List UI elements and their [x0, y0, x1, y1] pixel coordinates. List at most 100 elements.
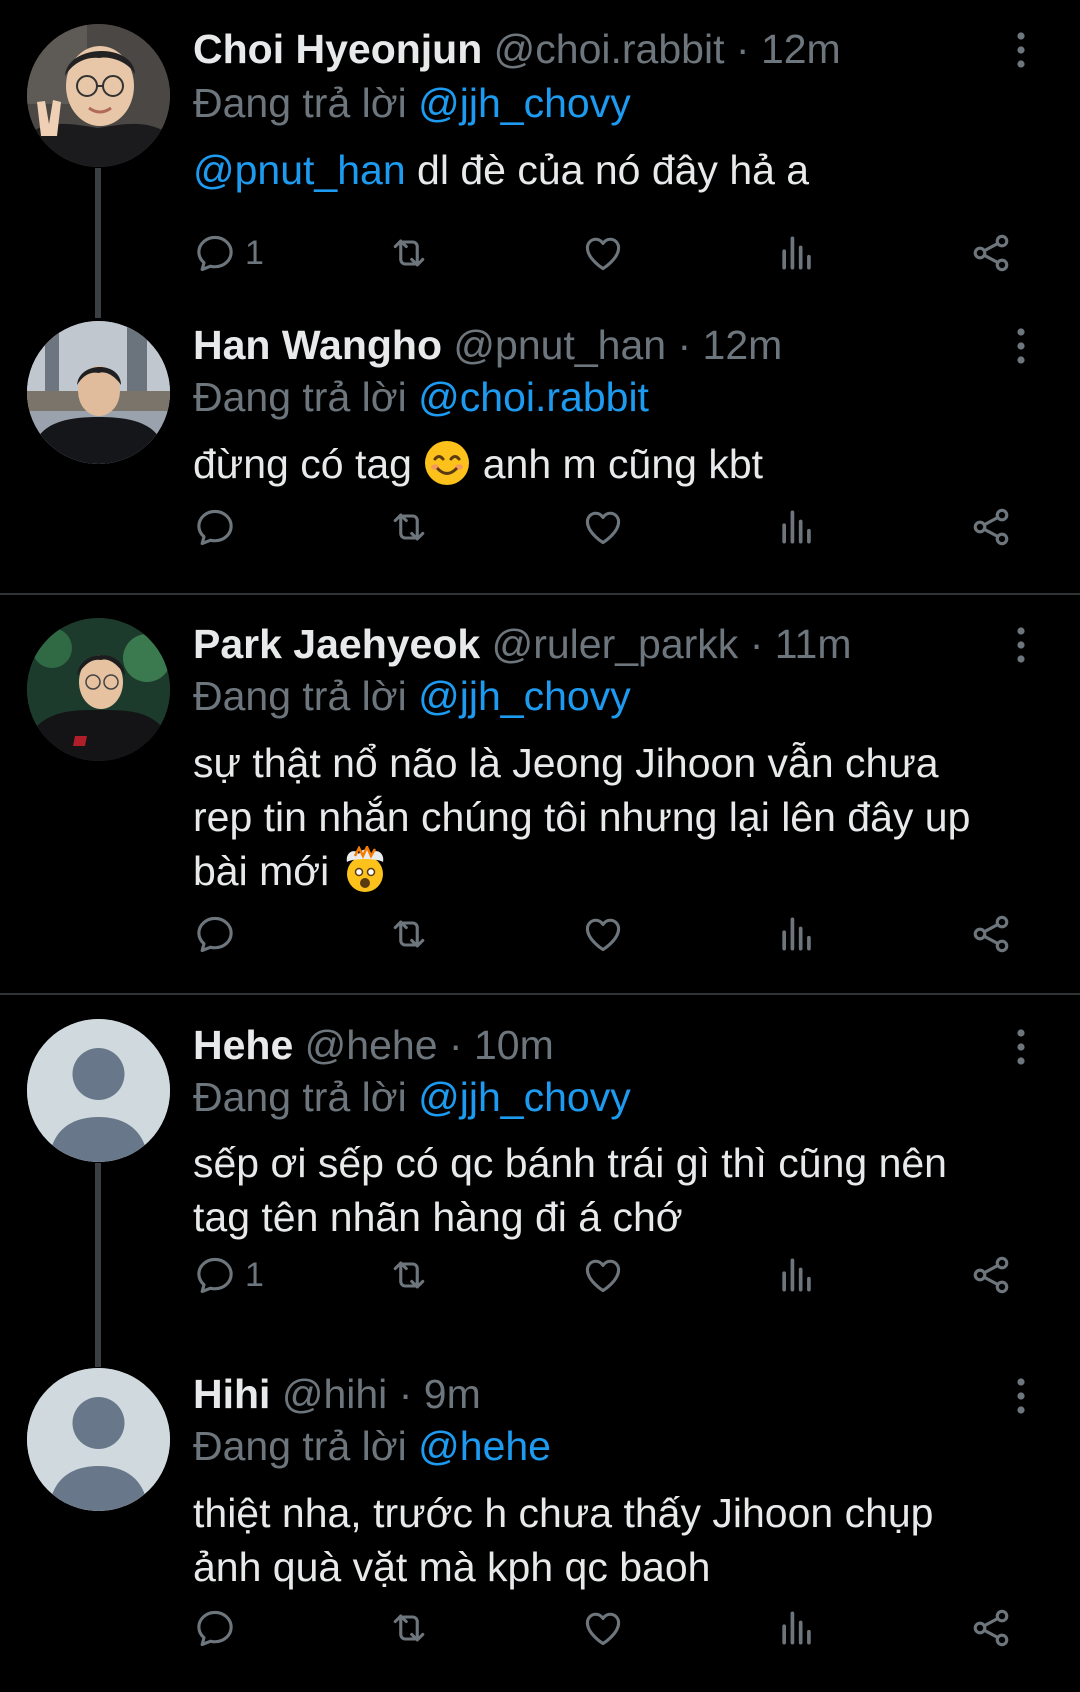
share-button[interactable] — [969, 909, 1013, 959]
display-name[interactable]: Han Wangho — [193, 322, 442, 368]
reply-button[interactable]: 1 — [193, 228, 264, 278]
share-icon — [969, 912, 1013, 956]
reply-button[interactable] — [193, 909, 237, 959]
views-button[interactable] — [775, 1250, 819, 1300]
bar-chart-icon — [775, 912, 819, 956]
default-avatar[interactable] — [27, 1368, 170, 1511]
replying-prefix: Đang trả lời — [193, 673, 407, 719]
tweet-text: đừng có tag anh m cũng kbt — [193, 437, 1053, 491]
dot-separator: · — [398, 1371, 413, 1417]
action-bar — [193, 502, 1033, 552]
exploding-head-emoji — [346, 846, 383, 892]
more-options-icon[interactable] — [1010, 1027, 1032, 1067]
timestamp[interactable]: 12m — [703, 322, 783, 368]
tweet-header: Hehe @hehe · 10m — [193, 1020, 554, 1070]
timestamp[interactable]: 10m — [474, 1022, 554, 1068]
replying-prefix: Đang trả lời — [193, 1074, 407, 1120]
mention-link[interactable]: @pnut_han — [193, 147, 406, 193]
views-button[interactable] — [775, 1603, 819, 1653]
share-icon — [969, 1253, 1013, 1297]
retweet-icon — [387, 912, 431, 956]
replying-prefix: Đang trả lời — [193, 80, 407, 126]
reply-to-mention[interactable]: @jjh_chovy — [418, 673, 631, 719]
share-button[interactable] — [969, 1250, 1013, 1300]
tweet-text-line-with-emoji: bài mới — [193, 844, 1053, 898]
retweet-button[interactable] — [387, 228, 431, 278]
tweet-text-line: sếp ơi sếp có qc bánh trái gì thì cũng n… — [193, 1140, 947, 1186]
views-button[interactable] — [775, 228, 819, 278]
heart-icon — [581, 505, 625, 549]
share-button[interactable] — [969, 502, 1013, 552]
share-button[interactable] — [969, 1603, 1013, 1653]
replying-prefix: Đang trả lời — [193, 374, 407, 420]
more-options-icon[interactable] — [1010, 30, 1032, 70]
reply-button[interactable]: 1 — [193, 1250, 264, 1300]
reply-button[interactable] — [193, 502, 237, 552]
reply-to-mention[interactable]: @hehe — [418, 1423, 551, 1469]
username[interactable]: @pnut_han — [453, 322, 666, 368]
tweet-header: Choi Hyeonjun @choi.rabbit · 12m — [193, 24, 841, 74]
more-options-icon[interactable] — [1010, 1376, 1032, 1416]
username[interactable]: @ruler_parkk — [492, 621, 739, 667]
tweet-text-line: ảnh quà vặt mà kph qc baoh — [193, 1544, 711, 1590]
retweet-button[interactable] — [387, 502, 431, 552]
more-options-icon[interactable] — [1010, 625, 1032, 665]
display-name[interactable]: Park Jaehyeok — [193, 621, 480, 667]
reply-count: 1 — [245, 233, 264, 272]
like-button[interactable] — [581, 228, 625, 278]
username[interactable]: @choi.rabbit — [494, 26, 725, 72]
display-name[interactable]: Hehe — [193, 1022, 293, 1068]
default-profile-icon — [27, 1368, 170, 1511]
tweet-text: @pnut_han dl đè của nó đây hả a — [193, 143, 1053, 197]
username[interactable]: @hehe — [305, 1022, 438, 1068]
bar-chart-icon — [775, 231, 819, 275]
username[interactable]: @hihi — [282, 1371, 387, 1417]
speech-bubble-icon — [193, 505, 237, 549]
replying-to: Đang trả lời @hehe — [193, 1421, 551, 1471]
more-options-icon[interactable] — [1010, 326, 1032, 366]
like-button[interactable] — [581, 1250, 625, 1300]
views-button[interactable] — [775, 502, 819, 552]
tweet-park-jaehyeok[interactable]: Park Jaehyeok @ruler_parkk · 11m Đang tr… — [0, 595, 1080, 993]
avatar[interactable] — [27, 24, 170, 167]
tweet-han-wangho[interactable]: Han Wangho @pnut_han · 12m Đang trả lời … — [0, 296, 1080, 593]
avatar[interactable] — [27, 321, 170, 464]
tweet-text-part: anh m cũng kbt — [471, 441, 764, 487]
heart-icon — [581, 231, 625, 275]
bar-chart-icon — [775, 1606, 819, 1650]
tweet-text-line: sự thật nổ não là Jeong Jihoon vẫn chưa — [193, 740, 939, 786]
reply-to-mention[interactable]: @choi.rabbit — [418, 374, 649, 420]
heart-icon — [581, 912, 625, 956]
views-button[interactable] — [775, 909, 819, 959]
tweet-hihi[interactable]: Hihi @hihi · 9m Đang trả lời @hehe thiệt… — [0, 1345, 1080, 1692]
dot-separator: · — [677, 322, 692, 368]
default-avatar[interactable] — [27, 1019, 170, 1162]
tweet-choi-hyeonjun[interactable]: Choi Hyeonjun @choi.rabbit · 12m Đang tr… — [0, 0, 1080, 318]
retweet-button[interactable] — [387, 909, 431, 959]
retweet-button[interactable] — [387, 1603, 431, 1653]
reply-to-mention[interactable]: @jjh_chovy — [418, 1074, 631, 1120]
like-button[interactable] — [581, 1603, 625, 1653]
like-button[interactable] — [581, 502, 625, 552]
tweet-text-line: rep tin nhắn chúng tôi nhưng lại lên đây… — [193, 794, 971, 840]
share-button[interactable] — [969, 228, 1013, 278]
timestamp[interactable]: 11m — [775, 621, 852, 667]
speech-bubble-icon — [193, 1253, 237, 1297]
heart-icon — [581, 1606, 625, 1650]
reply-to-mention[interactable]: @jjh_chovy — [418, 80, 631, 126]
display-name[interactable]: Hihi — [193, 1371, 270, 1417]
replying-to: Đang trả lời @choi.rabbit — [193, 372, 649, 422]
thread-line — [95, 1163, 101, 1367]
tweet-text-part: đừng có tag — [193, 441, 424, 487]
timestamp[interactable]: 9m — [424, 1371, 481, 1417]
action-bar: 1 — [193, 1250, 1033, 1300]
tweet-hehe[interactable]: Hehe @hehe · 10m Đang trả lời @jjh_chovy… — [0, 995, 1080, 1367]
retweet-button[interactable] — [387, 1250, 431, 1300]
replying-to: Đang trả lời @jjh_chovy — [193, 78, 631, 128]
timestamp[interactable]: 12m — [761, 26, 841, 72]
reply-button[interactable] — [193, 1603, 237, 1653]
dot-separator: · — [749, 621, 764, 667]
avatar[interactable] — [27, 618, 170, 761]
like-button[interactable] — [581, 909, 625, 959]
display-name[interactable]: Choi Hyeonjun — [193, 26, 482, 72]
